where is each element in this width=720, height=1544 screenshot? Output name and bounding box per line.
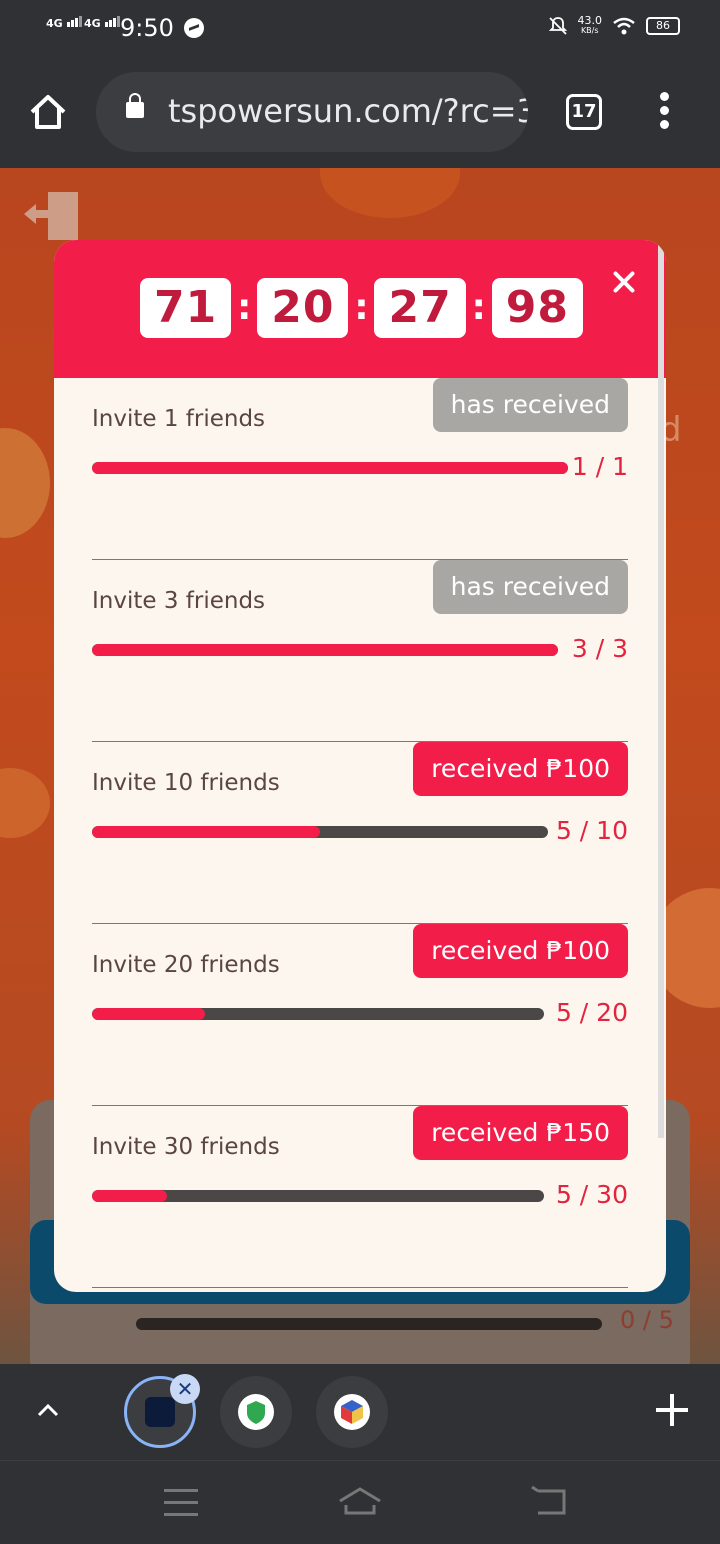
task-claim-button[interactable]: has received (432, 378, 628, 432)
close-icon[interactable] (610, 268, 638, 296)
task-label: Invite 10 friends (92, 770, 280, 796)
signal-sim1-icon: 4G (46, 16, 83, 30)
timer-segment: 71 (140, 278, 232, 338)
nav-back-icon[interactable] (530, 1485, 570, 1517)
net-speed-value: 43.0 (577, 14, 603, 27)
task-progress-bar (92, 1190, 544, 1202)
wifi-icon (613, 17, 635, 35)
net-speed-unit: KB/s (580, 26, 599, 35)
tab-thumbnail[interactable] (316, 1376, 388, 1448)
battery-icon: 86 (646, 17, 680, 35)
task-label: Invite 3 friends (92, 588, 266, 614)
task-progress-bar (92, 462, 568, 474)
timer-separator: : (354, 287, 369, 328)
task-progress-fill (92, 1190, 168, 1202)
system-nav-bar (0, 1460, 720, 1544)
new-tab-plus-icon[interactable] (656, 1394, 688, 1426)
modal-header: 71 : 20 : 27 : 98 (54, 240, 666, 378)
task-label: Invite 30 friends (92, 1134, 280, 1160)
task-progress-ratio: 5 / 10 (555, 816, 628, 845)
task-row: Invite 3 friends has received 3 / 3 (92, 560, 628, 742)
messenger-icon (184, 18, 204, 38)
task-claim-button[interactable]: received ₱100 (413, 742, 628, 796)
task-claim-button[interactable]: received ₱150 (413, 1106, 628, 1160)
nav-home-icon[interactable] (336, 1483, 384, 1519)
tab-strip: ✕ (0, 1364, 720, 1460)
network-type-sim1: 4G (46, 17, 63, 30)
net-speed: 43.0 KB/s (577, 14, 603, 36)
background-progress (136, 1318, 602, 1330)
timer-separator: : (237, 287, 252, 328)
tabs-icon[interactable]: 17 (566, 94, 602, 130)
cube-favicon-icon (334, 1394, 370, 1430)
tab-thumbnail[interactable] (220, 1376, 292, 1448)
timer-separator: : (471, 287, 486, 328)
signal-sim2-icon: 4G (84, 16, 121, 30)
status-bar: 4G 4G 9:50 43.0 KB/s 86 (0, 0, 720, 56)
task-progress-ratio: 1 / 1 (571, 452, 628, 481)
timer-segment: 20 (257, 278, 349, 338)
timer-segment: 27 (374, 278, 466, 338)
tab-close-icon[interactable]: ✕ (170, 1374, 200, 1404)
task-progress-fill (92, 644, 558, 656)
task-progress-bar (92, 1008, 544, 1020)
timer-segment: 98 (491, 278, 583, 338)
modal-scrollbar[interactable] (658, 240, 664, 1138)
task-row: Invite 1 friends has received 1 / 1 (92, 378, 628, 560)
task-progress-ratio: 5 / 30 (555, 1180, 628, 1209)
lock-icon (126, 93, 144, 118)
clock: 9:50 (120, 14, 174, 42)
countdown-timer: 71 : 20 : 27 : 98 (140, 278, 583, 338)
task-progress-bar (92, 826, 548, 838)
url-text[interactable]: tspowersun.com/?rc=3 (168, 92, 528, 130)
task-row: Invite 20 friends received ₱100 5 / 20 (92, 924, 628, 1106)
task-progress-ratio: 5 / 20 (555, 998, 628, 1027)
logout-icon[interactable] (22, 188, 80, 244)
background-counter: 0 / 5 (620, 1306, 674, 1334)
browser-toolbar: tspowersun.com/?rc=3 17 (0, 56, 720, 168)
tesla-favicon-icon (145, 1397, 175, 1427)
task-progress-ratio: 3 / 3 (571, 634, 628, 663)
more-vert-icon[interactable] (652, 92, 676, 132)
task-label: Invite 1 friends (92, 406, 266, 432)
shield-favicon-icon (238, 1394, 274, 1430)
task-progress-fill (92, 462, 568, 474)
mute-notification-icon (548, 17, 567, 35)
chevron-up-icon[interactable] (36, 1398, 60, 1422)
invite-rewards-modal: 71 : 20 : 27 : 98 Invite 1 friends has r… (54, 240, 666, 1292)
network-type-sim2: 4G (84, 17, 101, 30)
task-label: Invite 20 friends (92, 952, 280, 978)
task-row: Invite 10 friends received ₱100 5 / 10 (92, 742, 628, 924)
task-row: Invite 30 friends received ₱150 5 / 30 (92, 1106, 628, 1288)
task-progress-fill (92, 826, 320, 838)
home-icon[interactable] (28, 92, 68, 132)
address-bar[interactable]: tspowersun.com/?rc=3 (96, 72, 528, 152)
recent-apps-icon[interactable] (164, 1489, 198, 1517)
task-claim-button[interactable]: received ₱100 (413, 924, 628, 978)
task-progress-bar (92, 644, 558, 656)
task-claim-button[interactable]: has received (432, 560, 628, 614)
task-progress-fill (92, 1008, 205, 1020)
